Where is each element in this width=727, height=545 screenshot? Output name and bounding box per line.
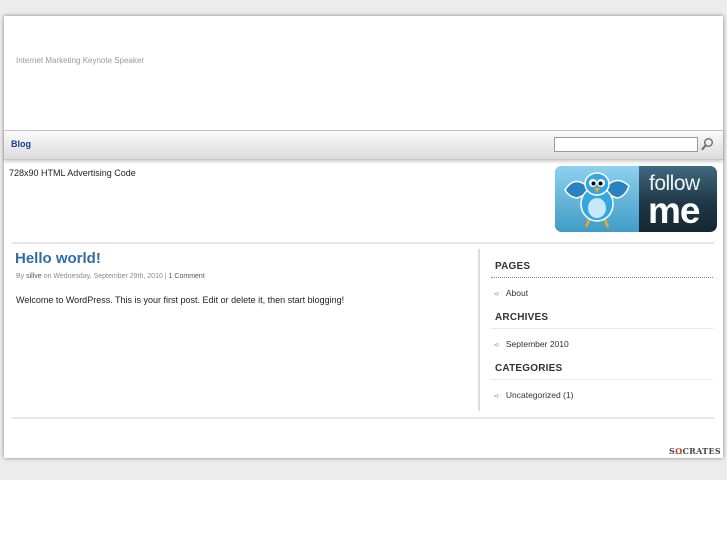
- footer-logo[interactable]: SΩCRATES: [669, 446, 721, 456]
- follow-me-banner[interactable]: follow me: [555, 166, 717, 232]
- arrow-bullet-icon: ➪: [494, 342, 500, 349]
- banner-sky: [555, 166, 639, 232]
- widget-rule-pages: [491, 277, 713, 278]
- widget-title-archives: ARCHIVES: [495, 312, 549, 323]
- banner-me-text: me: [648, 190, 700, 231]
- sidebar-link-september-2010[interactable]: ➪ September 2010: [494, 339, 569, 349]
- sidebar-link-label: About: [505, 288, 529, 298]
- arrow-bullet-icon: ➪: [494, 291, 500, 298]
- post-title-link[interactable]: Hello world!: [15, 250, 101, 267]
- sidebar-link-label: Uncategorized (1): [505, 390, 574, 400]
- magnifier-icon: [701, 138, 713, 151]
- search-button[interactable]: [700, 137, 715, 152]
- footer-logo-crates: CRATES: [682, 446, 721, 456]
- widget-title-pages: PAGES: [495, 261, 531, 272]
- widget-rule-categories: [491, 379, 713, 380]
- sidebar-link-uncategorized[interactable]: ➪ Uncategorized (1): [494, 390, 573, 400]
- site-tagline: Internet Marketing Keynote Speaker: [16, 56, 145, 65]
- widget-rule-archives: [491, 328, 713, 329]
- search-input[interactable]: [554, 137, 698, 152]
- twitter-bird-icon: [564, 172, 630, 228]
- content-divider-bottom: [12, 417, 714, 419]
- post-author-link[interactable]: sillve: [26, 273, 42, 280]
- post-comments-link[interactable]: 1 Comment: [169, 273, 205, 280]
- footer-logo-omega: Ω: [675, 446, 683, 456]
- sidebar-divider: [478, 249, 480, 411]
- nav-item-blog[interactable]: Blog: [11, 139, 31, 149]
- sidebar-link-label: September 2010: [505, 339, 569, 349]
- post-meta: By sillve on Wednesday, September 29th, …: [16, 273, 205, 280]
- post-meta-by: By: [16, 273, 25, 280]
- widget-title-categories: CATEGORIES: [495, 363, 563, 374]
- content-divider-top: [12, 242, 714, 244]
- site-header: Internet Marketing Keynote Speaker: [4, 16, 723, 130]
- post-body: Welcome to WordPress. This is your first…: [16, 295, 345, 305]
- ad-placeholder-text: 728x90 HTML Advertising Code: [9, 168, 136, 178]
- arrow-bullet-icon: ➪: [494, 393, 500, 400]
- sidebar-link-about[interactable]: ➪ About: [494, 288, 528, 298]
- post-meta-date: on Wednesday, September 29th, 2010 |: [43, 273, 167, 280]
- nav-bar: Blog: [4, 130, 723, 160]
- page-wrapper: Internet Marketing Keynote Speaker Blog …: [4, 16, 723, 458]
